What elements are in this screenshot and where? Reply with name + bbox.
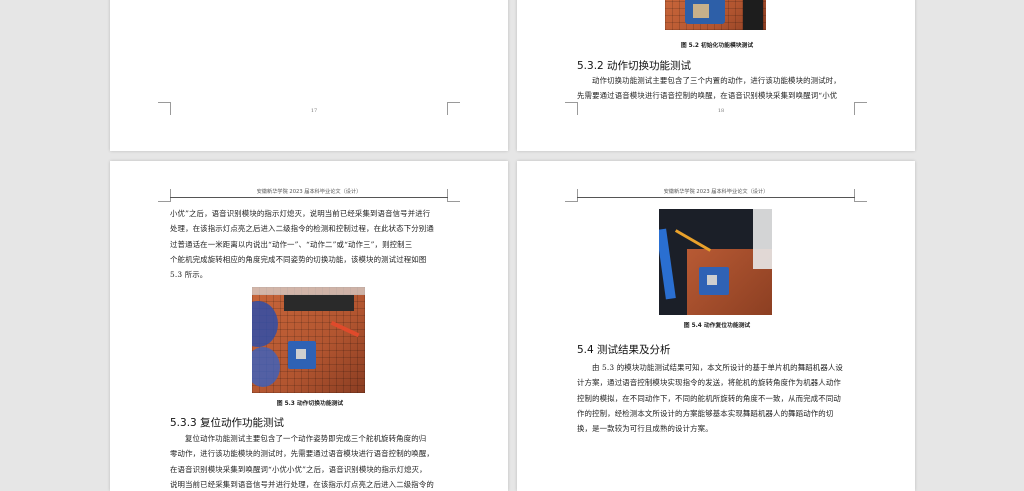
text-line: 小优”之后，语音识别模块的指示灯熄灭，说明当前已经采集到语音信号并进行 [170, 209, 431, 218]
body-paragraph: 小优”之后，语音识别模块的指示灯熄灭，说明当前已经采集到语音信号并进行 处理，在… [170, 206, 448, 282]
text-line: 控制的模拟，在不同动作下，不同的舵机所旋转的角度不一致，从而完成不同动 [577, 393, 841, 403]
document-page-18: 图 5.2 初始化功能模块测试 5.3.2 动作切换功能测试 动作切换功能测试主… [517, 0, 915, 151]
text-line: 处理，在该指示灯点亮之后进入二级指令的检测和控制过程，在此状态下分别通 [170, 224, 434, 234]
text-line: 5.3 所示。 [170, 270, 208, 280]
text-line: 动作切换功能测试主要包含了三个内置的动作，进行该功能模块的测试时， [592, 76, 841, 85]
section-heading: 5.4 测试结果及分析 [577, 344, 671, 356]
body-paragraph: 动作切换功能测试主要包含了三个内置的动作，进行该功能模块的测试时， 先需要通过语… [577, 73, 855, 104]
text-line: 在语音识别模块采集到唤醒词“小优小优”之后，语音识别模块的指示灯熄灭， [170, 464, 427, 474]
text-line: 换，是一款较为可行且成熟的设计方案。 [577, 424, 713, 434]
running-header: 安徽新华学院 2023 届本科毕业论文（设计） [170, 188, 448, 198]
margin-corner-mark [854, 102, 867, 115]
text-line: 由 5.3 的模块功能测试结果可知，本文所设计的基于单片机的舞蹈机器人设 [592, 363, 843, 372]
document-page-20: 安徽新华学院 2023 届本科毕业论文（设计） 图 5.4 动作复位功能测试 5… [517, 161, 915, 491]
section-heading: 5.3.2 动作切换功能测试 [577, 60, 692, 72]
body-paragraph: 由 5.3 的模块功能测试结果可知，本文所设计的基于单片机的舞蹈机器人设 计方案… [577, 360, 855, 436]
margin-corner-mark [158, 102, 171, 115]
margin-corner-mark [565, 102, 578, 115]
text-line: 零动作，进行该功能模块的测试时，先需要通过语音模块进行语音控制的唤醒， [170, 449, 434, 459]
figure-caption: 图 5.4 动作复位功能测试 [683, 323, 751, 329]
running-header: 安徽新华学院 2023 届本科毕业论文（设计） [577, 188, 855, 198]
text-line: 复位动作功能测试主要包含了一个动作姿势即完成三个舵机旋转角度的归 [185, 434, 427, 443]
body-paragraph: 复位动作功能测试主要包含了一个动作姿势即完成三个舵机旋转角度的归 零动作，进行该… [170, 431, 448, 491]
section-heading: 5.3.3 复位动作功能测试 [170, 417, 285, 429]
figure-caption: 图 5.3 动作切换功能测试 [276, 401, 344, 407]
document-page-17: 17 [110, 0, 508, 151]
margin-corner-mark [447, 102, 460, 115]
text-line: 作的控制，经检测本文所设计的方案能够基本实现舞蹈机器人的舞蹈动作的切 [577, 408, 834, 418]
figure-caption: 图 5.2 初始化功能模块测试 [680, 43, 754, 49]
figure-5-2-photo [665, 0, 766, 30]
margin-corner-mark [854, 189, 867, 202]
margin-corner-mark [447, 189, 460, 202]
text-line: 计方案，通过语音控制模块实现指令的发送，将舵机的旋转角度作为机器人动作 [577, 378, 841, 388]
page-number: 17 [310, 108, 318, 114]
text-line: 先需要通过语音模块进行语音控制的唤醒，在语音识别模块采集到唤醒词“小优 [577, 91, 838, 101]
figure-5-3-photo [252, 287, 365, 393]
figure-5-4-photo [659, 209, 772, 315]
page-number: 18 [717, 108, 725, 114]
document-page-19: 安徽新华学院 2023 届本科毕业论文（设计） 小优”之后，语音识别模块的指示灯… [110, 161, 508, 491]
text-line: 个舵机完成旋转相应的角度完成不同姿势的切换功能，该模块的测试过程如图 [170, 254, 427, 264]
text-line: 说明当前已经采集到语音信号并进行处理，在该指示灯点亮之后进入二级指令的 [170, 479, 434, 489]
text-line: 过普通话在一米距离以内说出“动作一”、“动作二”或“动作三”，则控制三 [170, 239, 413, 249]
